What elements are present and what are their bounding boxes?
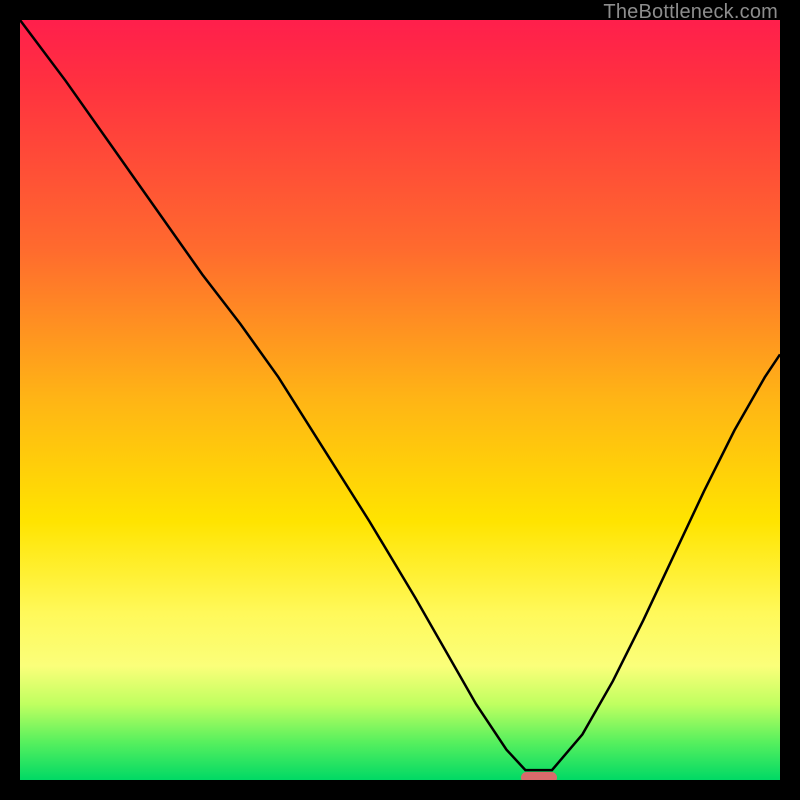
- watermark-label: TheBottleneck.com: [603, 1, 778, 24]
- curve-svg: [20, 20, 780, 780]
- curve-line-icon: [20, 20, 780, 770]
- optimum-marker: [521, 772, 557, 780]
- plot-area: [20, 20, 780, 780]
- chart-frame: TheBottleneck.com: [0, 0, 800, 800]
